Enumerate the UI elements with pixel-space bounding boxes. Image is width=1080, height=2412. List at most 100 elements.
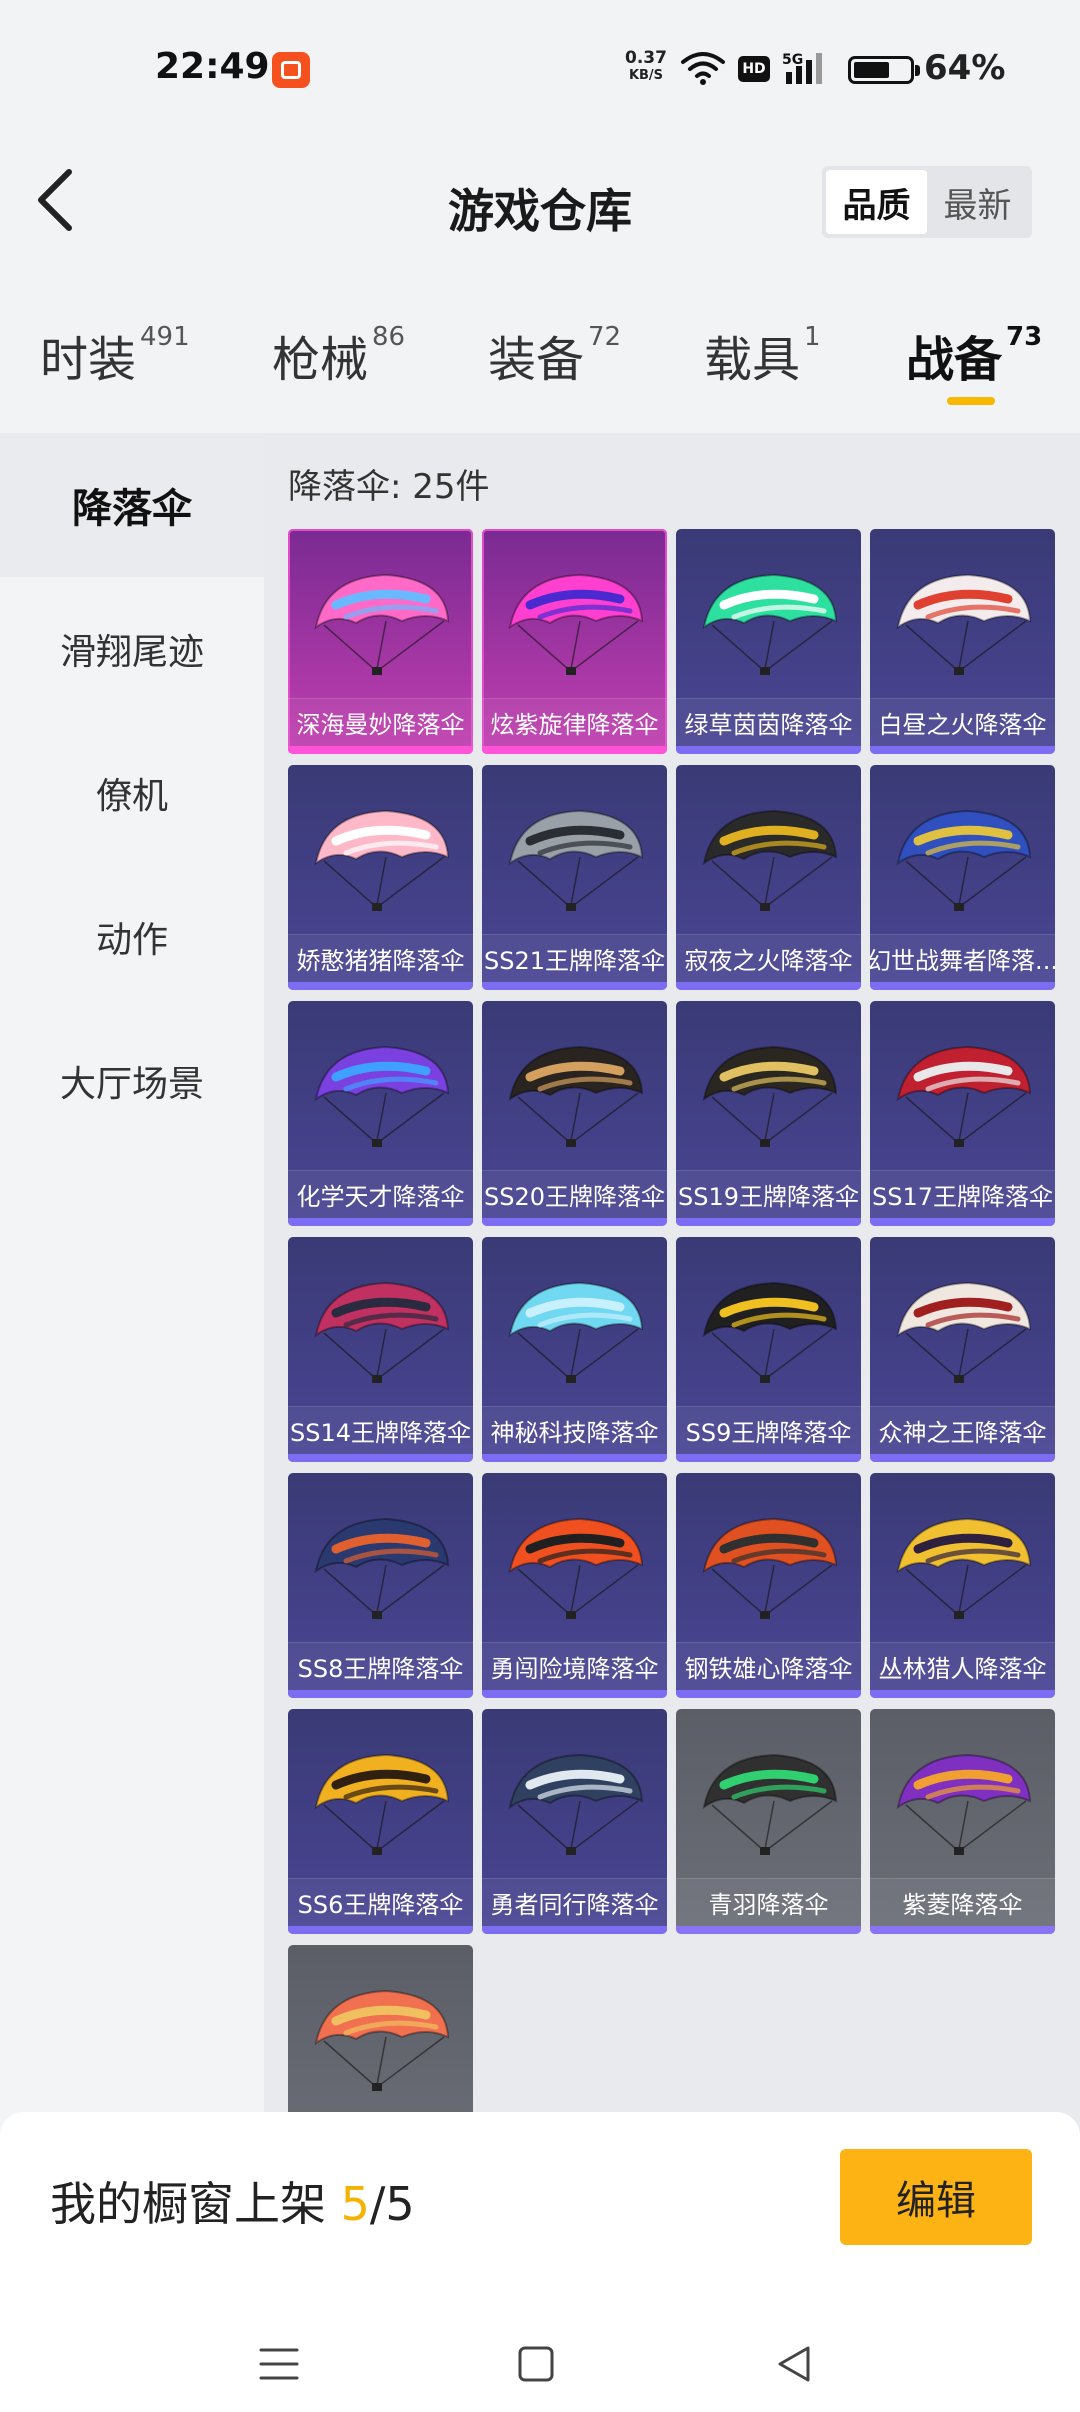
item-card[interactable]: 娇憨猪猪降落伞 bbox=[288, 765, 473, 990]
tab-label: 载具 bbox=[704, 332, 801, 388]
parachute-icon bbox=[508, 573, 644, 675]
item-card[interactable]: SS6王牌降落伞 bbox=[288, 1709, 473, 1934]
wifi-icon bbox=[681, 52, 725, 85]
rarity-bar bbox=[870, 982, 1055, 990]
item-label: 钢铁雄心降落伞 bbox=[676, 1642, 861, 1690]
sidebar-item-lobby-scene[interactable]: 大厅场景 bbox=[0, 1009, 264, 1153]
net-speed-unit: KB/S bbox=[628, 68, 664, 83]
rarity-bar bbox=[482, 1690, 667, 1698]
tab-count: 86 bbox=[372, 322, 406, 352]
parachute-icon bbox=[314, 1281, 450, 1383]
rarity-bar bbox=[676, 746, 861, 754]
back-icon[interactable] bbox=[770, 2340, 818, 2388]
item-card[interactable]: SS21王牌降落伞 bbox=[482, 765, 667, 990]
item-card[interactable]: 神秘科技降落伞 bbox=[482, 1237, 667, 1462]
showcase-prefix: 我的橱窗上架 bbox=[50, 2177, 341, 2231]
item-card[interactable]: SS9王牌降落伞 bbox=[676, 1237, 861, 1462]
item-card[interactable]: 青羽降落伞 bbox=[676, 1709, 861, 1934]
menu-icon[interactable] bbox=[255, 2340, 303, 2388]
signal-icon: 5G bbox=[782, 52, 822, 84]
parachute-icon bbox=[702, 1281, 838, 1383]
tab-gear[interactable]: 战备 73 bbox=[906, 320, 1042, 390]
sidebar-item-wingman[interactable]: 僚机 bbox=[0, 721, 264, 865]
category-tabs: 时装 491 枪械 86 装备 72 载具 1 战备 73 bbox=[0, 300, 1080, 430]
tab-fashion[interactable]: 时装 491 bbox=[40, 320, 190, 390]
item-label: 众神之王降落伞 bbox=[870, 1406, 1055, 1454]
item-card[interactable]: 勇者同行降落伞 bbox=[482, 1709, 667, 1934]
tab-label: 枪械 bbox=[272, 332, 369, 388]
tab-equipment[interactable]: 装备 72 bbox=[488, 320, 621, 390]
item-card[interactable]: 众神之王降落伞 bbox=[870, 1237, 1055, 1462]
item-card[interactable]: SS20王牌降落伞 bbox=[482, 1001, 667, 1226]
rarity-bar bbox=[870, 1926, 1055, 1934]
showcase-total: 5 bbox=[385, 2177, 415, 2231]
item-count-label: 降落伞: 25件 bbox=[288, 467, 490, 507]
sidebar-item-glide-trail[interactable]: 滑翔尾迹 bbox=[0, 577, 264, 721]
item-card[interactable]: SS8王牌降落伞 bbox=[288, 1473, 473, 1698]
parachute-icon bbox=[896, 1281, 1032, 1383]
showcase-panel: 我的橱窗上架 5/5 编辑 bbox=[0, 2112, 1080, 2412]
sort-toggle: 品质 最新 bbox=[822, 166, 1032, 238]
sidebar-item-emote[interactable]: 动作 bbox=[0, 865, 264, 1009]
showcase-status: 我的橱窗上架 5/5 bbox=[50, 2168, 415, 2234]
rarity-bar bbox=[288, 746, 473, 754]
item-card[interactable]: 丛林猎人降落伞 bbox=[870, 1473, 1055, 1698]
rarity-bar bbox=[870, 1218, 1055, 1226]
item-label: 娇憨猪猪降落伞 bbox=[288, 934, 473, 982]
rarity-bar bbox=[482, 1926, 667, 1934]
item-label: 神秘科技降落伞 bbox=[482, 1406, 667, 1454]
item-card[interactable]: 幻世战舞者降落... bbox=[870, 765, 1055, 990]
item-card[interactable]: 深海曼妙降落伞 bbox=[288, 529, 473, 754]
tab-vehicles[interactable]: 载具 1 bbox=[704, 320, 821, 390]
item-label: SS8王牌降落伞 bbox=[288, 1642, 473, 1690]
rarity-bar bbox=[482, 982, 667, 990]
rarity-bar bbox=[288, 1454, 473, 1462]
item-card[interactable]: 绿草茵茵降落伞 bbox=[676, 529, 861, 754]
network-type: 5G bbox=[782, 52, 803, 68]
item-label: 炫紫旋律降落伞 bbox=[482, 698, 667, 746]
item-card[interactable]: SS19王牌降落伞 bbox=[676, 1001, 861, 1226]
tab-label: 装备 bbox=[488, 332, 585, 388]
item-card[interactable]: 钢铁雄心降落伞 bbox=[676, 1473, 861, 1698]
parachute-icon bbox=[702, 1753, 838, 1855]
item-card[interactable]: 寂夜之火降落伞 bbox=[676, 765, 861, 990]
item-label: SS17王牌降落伞 bbox=[870, 1170, 1055, 1218]
sort-by-newest[interactable]: 最新 bbox=[927, 170, 1028, 234]
item-card[interactable]: 紫菱降落伞 bbox=[870, 1709, 1055, 1934]
parachute-icon bbox=[896, 809, 1032, 911]
home-icon[interactable] bbox=[512, 2340, 560, 2388]
tab-count: 72 bbox=[588, 322, 622, 352]
item-label: SS19王牌降落伞 bbox=[676, 1170, 861, 1218]
edit-button[interactable]: 编辑 bbox=[840, 2149, 1032, 2245]
rarity-bar bbox=[870, 1454, 1055, 1462]
rarity-bar bbox=[482, 1454, 667, 1462]
parachute-icon bbox=[314, 1989, 450, 2091]
item-label: SS14王牌降落伞 bbox=[288, 1406, 473, 1454]
sidebar-item-parachute[interactable]: 降落伞 bbox=[0, 433, 264, 577]
item-card[interactable]: SS14王牌降落伞 bbox=[288, 1237, 473, 1462]
item-label: 绿草茵茵降落伞 bbox=[676, 698, 861, 746]
tab-guns[interactable]: 枪械 86 bbox=[272, 320, 405, 390]
item-card[interactable]: 白昼之火降落伞 bbox=[870, 529, 1055, 754]
item-label: 青羽降落伞 bbox=[676, 1878, 861, 1926]
item-grid: 降落伞: 25件 深海曼妙降落伞 炫紫旋律降落伞 绿草茵茵降落伞 白昼之火降落伞娇憨猪… bbox=[264, 433, 1080, 2170]
rarity-bar bbox=[676, 982, 861, 990]
item-card[interactable]: 勇闯险境降落伞 bbox=[482, 1473, 667, 1698]
status-bar: 22:49 0.37 KB/S HD 5G 64% bbox=[0, 0, 1080, 140]
item-label: 紫菱降落伞 bbox=[870, 1878, 1055, 1926]
net-speed-value: 0.37 bbox=[625, 48, 667, 68]
sort-by-quality[interactable]: 品质 bbox=[826, 170, 927, 234]
showcase-current: 5 bbox=[340, 2177, 370, 2231]
item-label: 勇者同行降落伞 bbox=[482, 1878, 667, 1926]
tab-label: 时装 bbox=[40, 332, 137, 388]
item-card[interactable]: 炫紫旋律降落伞 bbox=[482, 529, 667, 754]
parachute-icon bbox=[702, 809, 838, 911]
parachute-icon bbox=[896, 1753, 1032, 1855]
item-label: 深海曼妙降落伞 bbox=[288, 698, 473, 746]
parachute-icon bbox=[896, 1045, 1032, 1147]
item-card[interactable]: 化学天才降落伞 bbox=[288, 1001, 473, 1226]
rarity-bar bbox=[676, 1218, 861, 1226]
parachute-icon bbox=[314, 1045, 450, 1147]
tab-label: 战备 bbox=[906, 332, 1003, 388]
item-card[interactable]: SS17王牌降落伞 bbox=[870, 1001, 1055, 1226]
